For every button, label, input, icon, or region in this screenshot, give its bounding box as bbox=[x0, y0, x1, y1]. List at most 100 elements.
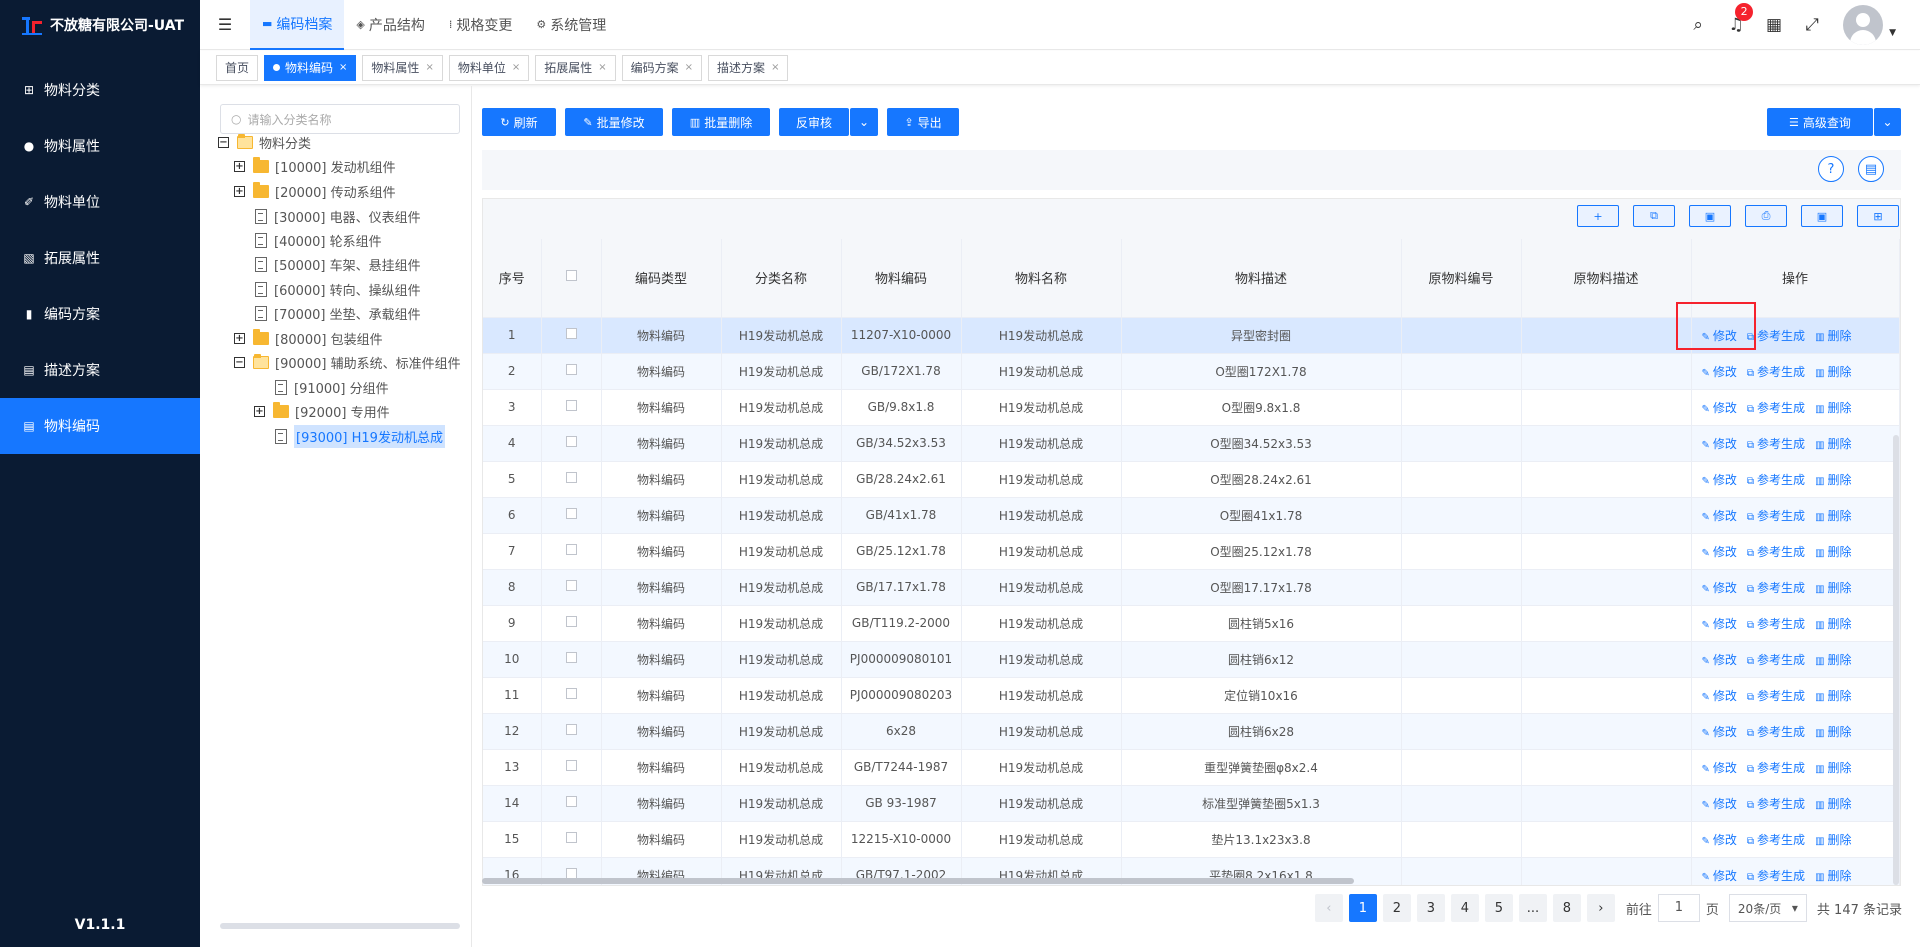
next-page-icon[interactable]: › bbox=[1586, 894, 1615, 922]
tree-node[interactable]: − [90000] 辅助系统、标准件组件 bbox=[234, 350, 461, 374]
reference-generate-link[interactable]: ⧉ 参考生成 bbox=[1747, 509, 1805, 523]
edit-link[interactable]: ✎ 修改 bbox=[1702, 437, 1737, 451]
advanced-query-dropdown[interactable]: ⌄ bbox=[1874, 108, 1901, 136]
avatar[interactable] bbox=[1843, 5, 1884, 45]
edit-link[interactable]: ✎ 修改 bbox=[1702, 509, 1737, 523]
prev-page-icon[interactable]: ‹ bbox=[1314, 894, 1343, 922]
delete-link[interactable]: ▥ 删除 bbox=[1815, 833, 1851, 847]
edit-link[interactable]: ✎ 修改 bbox=[1702, 833, 1737, 847]
page-button[interactable]: 2 bbox=[1382, 894, 1411, 922]
collapse-icon[interactable]: − bbox=[234, 356, 245, 368]
row-checkbox[interactable] bbox=[565, 580, 577, 591]
edit-link[interactable]: ✎ 修改 bbox=[1702, 869, 1737, 883]
reference-generate-link[interactable]: ⧉ 参考生成 bbox=[1747, 365, 1805, 379]
batch-edit-button[interactable]: ✎ 批量修改 bbox=[565, 108, 663, 136]
reference-generate-link[interactable]: ⧉ 参考生成 bbox=[1747, 869, 1805, 883]
row-checkbox[interactable] bbox=[565, 796, 577, 807]
excel-export-icon[interactable]: ▣ bbox=[1801, 205, 1843, 227]
delete-link[interactable]: ▥ 删除 bbox=[1815, 581, 1851, 595]
layout-icon[interactable]: ⊞ bbox=[1857, 205, 1899, 227]
grid-vertical-scrollbar[interactable] bbox=[1893, 435, 1899, 885]
sidebar-item-4[interactable]: ▮ 编码方案 bbox=[0, 286, 200, 342]
page-button[interactable]: 1 bbox=[1348, 894, 1377, 922]
tab-6[interactable]: 描述方案 × bbox=[708, 54, 789, 81]
tab-0[interactable]: 首页 bbox=[216, 54, 259, 81]
tree-scrollbar[interactable] bbox=[220, 923, 460, 929]
edit-link[interactable]: ✎ 修改 bbox=[1702, 473, 1737, 487]
chevron-down-icon[interactable]: ▼ bbox=[1889, 28, 1896, 38]
collapse-menu-icon[interactable]: ☰ bbox=[200, 15, 250, 34]
sidebar-item-5[interactable]: ▤ 描述方案 bbox=[0, 342, 200, 398]
delete-link[interactable]: ▥ 删除 bbox=[1815, 869, 1851, 883]
sidebar-item-3[interactable]: ▧ 拓展属性 bbox=[0, 230, 200, 286]
expand-icon[interactable]: + bbox=[234, 160, 245, 172]
table-row[interactable]: 15 物料编码 H19发动机总成 12215-X10-0000 H19发动机总成 垫片13… bbox=[483, 821, 1900, 858]
tree-node[interactable]: [60000] 转向、操纵组件 bbox=[253, 277, 421, 301]
reference-generate-link[interactable]: ⧉ 参考生成 bbox=[1747, 761, 1805, 775]
table-row[interactable]: 8 物料编码 H19发动机总成 GB/17.17x1.78 H19发动机总成 O型圈17.… bbox=[483, 569, 1900, 606]
close-icon[interactable]: × bbox=[512, 62, 520, 73]
edit-link[interactable]: ✎ 修改 bbox=[1702, 365, 1737, 379]
delete-link[interactable]: ▥ 删除 bbox=[1815, 653, 1851, 667]
search-icon[interactable]: ⌕ bbox=[1679, 15, 1717, 35]
tree-node[interactable]: [93000] H19发动机总成 bbox=[273, 424, 445, 448]
edit-link[interactable]: ✎ 修改 bbox=[1702, 545, 1737, 559]
tab-5[interactable]: 编码方案 × bbox=[621, 54, 703, 81]
tab-1[interactable]: 物料编码 × bbox=[264, 54, 357, 81]
edit-link[interactable]: ✎ 修改 bbox=[1702, 401, 1737, 415]
close-icon[interactable]: × bbox=[339, 62, 347, 73]
delete-link[interactable]: ▥ 删除 bbox=[1815, 797, 1851, 811]
export-button[interactable]: ⇪ 导出 bbox=[887, 108, 959, 136]
copy-icon[interactable]: ⧉ bbox=[1633, 205, 1675, 227]
row-checkbox[interactable] bbox=[565, 544, 577, 555]
page-button[interactable]: ... bbox=[1518, 894, 1547, 922]
row-checkbox[interactable] bbox=[565, 436, 577, 447]
reference-generate-link[interactable]: ⧉ 参考生成 bbox=[1747, 833, 1805, 847]
table-row[interactable]: 14 物料编码 H19发动机总成 GB 93-1987 H19发动机总成 标准型弹簧垫圈5… bbox=[483, 785, 1900, 822]
sidebar-item-0[interactable]: ⊞ 物料分类 bbox=[0, 62, 200, 118]
reference-generate-link[interactable]: ⧉ 参考生成 bbox=[1747, 797, 1805, 811]
delete-link[interactable]: ▥ 删除 bbox=[1815, 329, 1851, 343]
reference-generate-link[interactable]: ⧉ 参考生成 bbox=[1747, 617, 1805, 631]
tree-node[interactable]: + [92000] 专用件 bbox=[254, 399, 390, 423]
topnav-item-3[interactable]: ⚙ 系统管理 bbox=[524, 0, 618, 50]
select-all-checkbox[interactable] bbox=[565, 270, 577, 282]
delete-link[interactable]: ▥ 删除 bbox=[1815, 365, 1851, 379]
delete-link[interactable]: ▥ 删除 bbox=[1815, 509, 1851, 523]
reference-generate-link[interactable]: ⧉ 参考生成 bbox=[1747, 653, 1805, 667]
tab-2[interactable]: 物料属性 × bbox=[362, 54, 443, 81]
edit-link[interactable]: ✎ 修改 bbox=[1702, 797, 1737, 811]
row-checkbox[interactable] bbox=[565, 616, 577, 627]
tab-3[interactable]: 物料单位 × bbox=[448, 54, 530, 81]
reference-generate-link[interactable]: ⧉ 参考生成 bbox=[1747, 581, 1805, 595]
fullscreen-icon[interactable]: ⤢ bbox=[1793, 15, 1831, 35]
settings-icon[interactable]: ▤ bbox=[1858, 156, 1884, 182]
edit-link[interactable]: ✎ 修改 bbox=[1702, 725, 1737, 739]
row-checkbox[interactable] bbox=[565, 328, 577, 339]
table-row[interactable]: 2 物料编码 H19发动机总成 GB/172X1.78 H19发动机总成 O型圈172X1… bbox=[483, 353, 1900, 390]
advanced-query-button[interactable]: ☰ 高级查询 bbox=[1767, 108, 1873, 136]
delete-link[interactable]: ▥ 删除 bbox=[1815, 437, 1851, 451]
close-icon[interactable]: × bbox=[685, 62, 693, 73]
reference-generate-link[interactable]: ⧉ 参考生成 bbox=[1747, 437, 1805, 451]
collapse-icon[interactable]: − bbox=[218, 136, 229, 148]
tree-node[interactable]: [91000] 分组件 bbox=[273, 375, 389, 399]
row-checkbox[interactable] bbox=[565, 760, 577, 771]
close-icon[interactable]: × bbox=[598, 62, 606, 73]
row-checkbox[interactable] bbox=[565, 364, 577, 375]
tree-node[interactable]: + [80000] 包装组件 bbox=[234, 326, 383, 350]
page-button[interactable]: 5 bbox=[1484, 894, 1513, 922]
print-icon[interactable]: ⎙ bbox=[1745, 205, 1787, 227]
close-icon[interactable]: × bbox=[425, 62, 433, 73]
tree-node[interactable]: [70000] 坐垫、承载组件 bbox=[253, 301, 421, 325]
table-row[interactable]: 12 物料编码 H19发动机总成 6x28 H19发动机总成 圆柱销6x28 ✎ 修改 ⧉ 参考生… bbox=[483, 713, 1900, 750]
reference-generate-link[interactable]: ⧉ 参考生成 bbox=[1747, 689, 1805, 703]
grid-horizontal-scrollbar[interactable] bbox=[482, 878, 1354, 884]
row-checkbox[interactable] bbox=[565, 652, 577, 663]
tree-node[interactable]: + [10000] 发动机组件 bbox=[234, 154, 396, 178]
table-row[interactable]: 5 物料编码 H19发动机总成 GB/28.24x2.61 H19发动机总成 O型圈28.… bbox=[483, 461, 1900, 498]
page-button[interactable]: 3 bbox=[1416, 894, 1445, 922]
refresh-button[interactable]: ↻ 刷新 bbox=[482, 108, 556, 136]
row-checkbox[interactable] bbox=[565, 400, 577, 411]
page-size-select[interactable]: 20条/页 ▾ bbox=[1728, 894, 1807, 922]
